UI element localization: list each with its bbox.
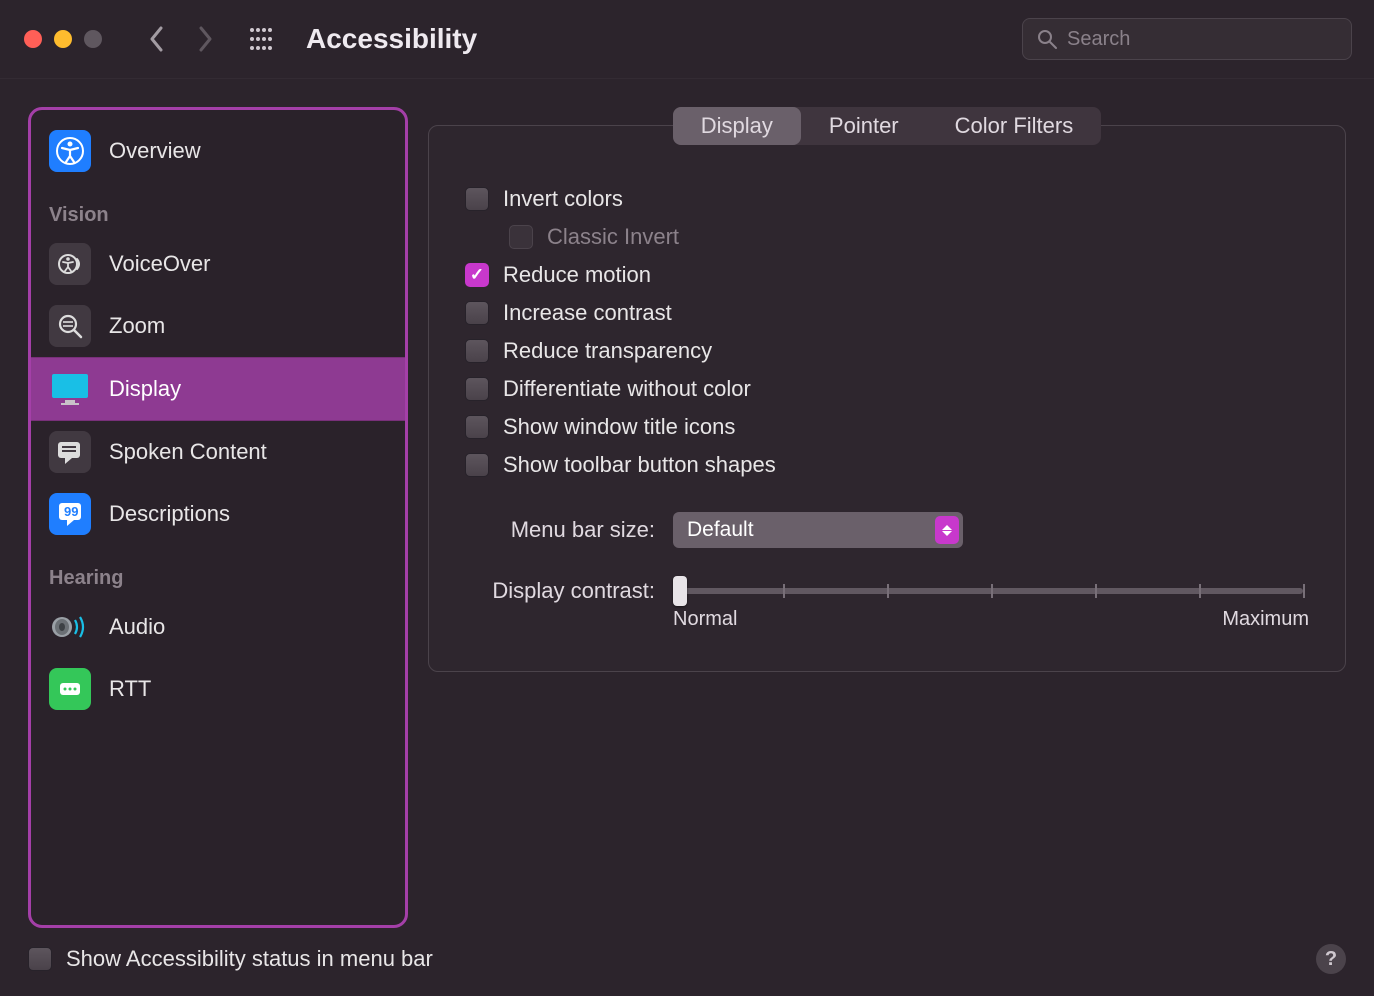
classic-invert-checkbox bbox=[509, 225, 533, 249]
title-icons-checkbox[interactable] bbox=[465, 415, 489, 439]
rtt-icon bbox=[49, 668, 91, 710]
spoken-content-icon bbox=[49, 431, 91, 473]
svg-text:99: 99 bbox=[64, 504, 78, 519]
checkbox-label: Classic Invert bbox=[547, 224, 679, 250]
sidebar-section-vision: Vision bbox=[31, 182, 405, 233]
status-in-menubar-checkbox[interactable] bbox=[28, 947, 52, 971]
reduce-motion-row[interactable]: Reduce motion bbox=[465, 256, 1309, 294]
invert-colors-checkbox[interactable] bbox=[465, 187, 489, 211]
sidebar-item-spoken-content[interactable]: Spoken Content bbox=[31, 421, 405, 483]
search-field[interactable] bbox=[1022, 18, 1352, 60]
display-contrast-row: Display contrast: bbox=[465, 578, 1309, 631]
sidebar-item-label: Descriptions bbox=[109, 501, 230, 527]
checkbox-label: Reduce transparency bbox=[503, 338, 712, 364]
sidebar-item-label: Audio bbox=[109, 614, 165, 640]
reduce-transparency-row[interactable]: Reduce transparency bbox=[465, 332, 1309, 370]
sidebar-item-display[interactable]: Display bbox=[31, 357, 405, 421]
footer: Show Accessibility status in menu bar ? bbox=[0, 928, 1374, 996]
checkbox-label: Invert colors bbox=[503, 186, 623, 212]
sidebar-item-audio[interactable]: Audio bbox=[31, 596, 405, 658]
sidebar: Overview Vision VoiceOver Zoom Displa bbox=[28, 107, 408, 928]
sidebar-item-label: Overview bbox=[109, 138, 201, 164]
select-stepper-icon bbox=[935, 516, 959, 544]
descriptions-icon: 99 bbox=[49, 493, 91, 535]
sidebar-item-label: RTT bbox=[109, 676, 151, 702]
forward-button[interactable] bbox=[188, 22, 222, 56]
differentiate-row[interactable]: Differentiate without color bbox=[465, 370, 1309, 408]
toolbar-shapes-checkbox[interactable] bbox=[465, 453, 489, 477]
help-button[interactable]: ? bbox=[1316, 944, 1346, 974]
select-value: Default bbox=[687, 518, 754, 542]
checkbox-label: Reduce motion bbox=[503, 262, 651, 288]
tab-bar: Display Pointer Color Filters bbox=[673, 107, 1101, 145]
display-icon bbox=[49, 368, 91, 410]
display-panel: Invert colors Classic Invert Reduce moti… bbox=[428, 125, 1346, 672]
invert-colors-row[interactable]: Invert colors bbox=[465, 180, 1309, 218]
show-all-button[interactable] bbox=[244, 22, 278, 56]
sidebar-item-descriptions[interactable]: 99 Descriptions bbox=[31, 483, 405, 545]
sidebar-item-overview[interactable]: Overview bbox=[31, 120, 405, 182]
back-button[interactable] bbox=[140, 22, 174, 56]
zoom-icon bbox=[49, 305, 91, 347]
status-in-menubar-label: Show Accessibility status in menu bar bbox=[66, 946, 433, 972]
sidebar-item-label: Zoom bbox=[109, 313, 165, 339]
checkbox-label: Show window title icons bbox=[503, 414, 735, 440]
sidebar-item-zoom[interactable]: Zoom bbox=[31, 295, 405, 357]
sidebar-item-label: Display bbox=[109, 376, 181, 402]
display-contrast-slider[interactable] bbox=[679, 588, 1303, 594]
menu-bar-size-label: Menu bar size: bbox=[465, 517, 655, 543]
sidebar-item-label: VoiceOver bbox=[109, 251, 211, 277]
accessibility-icon bbox=[49, 130, 91, 172]
window-title: Accessibility bbox=[306, 23, 477, 55]
minimize-window-button[interactable] bbox=[54, 30, 72, 48]
display-contrast-label: Display contrast: bbox=[465, 578, 655, 604]
toolbar: Accessibility bbox=[0, 0, 1374, 79]
close-window-button[interactable] bbox=[24, 30, 42, 48]
checkbox-label: Increase contrast bbox=[503, 300, 672, 326]
tab-pointer[interactable]: Pointer bbox=[801, 107, 927, 145]
zoom-window-button[interactable] bbox=[84, 30, 102, 48]
differentiate-checkbox[interactable] bbox=[465, 377, 489, 401]
slider-min-label: Normal bbox=[673, 608, 737, 631]
tab-color-filters[interactable]: Color Filters bbox=[927, 107, 1102, 145]
classic-invert-row: Classic Invert bbox=[509, 218, 1309, 256]
reduce-transparency-checkbox[interactable] bbox=[465, 339, 489, 363]
window-controls bbox=[24, 30, 102, 48]
increase-contrast-row[interactable]: Increase contrast bbox=[465, 294, 1309, 332]
slider-thumb[interactable] bbox=[673, 576, 687, 606]
tab-display[interactable]: Display bbox=[673, 107, 801, 145]
voiceover-icon bbox=[49, 243, 91, 285]
checkbox-label: Show toolbar button shapes bbox=[503, 452, 776, 478]
checkbox-label: Differentiate without color bbox=[503, 376, 751, 402]
title-icons-row[interactable]: Show window title icons bbox=[465, 408, 1309, 446]
slider-max-label: Maximum bbox=[1222, 608, 1309, 631]
sidebar-section-hearing: Hearing bbox=[31, 545, 405, 596]
increase-contrast-checkbox[interactable] bbox=[465, 301, 489, 325]
menu-bar-size-select[interactable]: Default bbox=[673, 512, 963, 548]
menu-bar-size-row: Menu bar size: Default bbox=[465, 512, 1309, 548]
sidebar-item-voiceover[interactable]: VoiceOver bbox=[31, 233, 405, 295]
toolbar-shapes-row[interactable]: Show toolbar button shapes bbox=[465, 446, 1309, 484]
reduce-motion-checkbox[interactable] bbox=[465, 263, 489, 287]
sidebar-item-rtt[interactable]: RTT bbox=[31, 658, 405, 720]
search-icon bbox=[1037, 29, 1057, 49]
main-content: Display Pointer Color Filters Invert col… bbox=[428, 107, 1346, 928]
sidebar-item-label: Spoken Content bbox=[109, 439, 267, 465]
search-input[interactable] bbox=[1067, 28, 1337, 51]
audio-icon bbox=[49, 606, 91, 648]
